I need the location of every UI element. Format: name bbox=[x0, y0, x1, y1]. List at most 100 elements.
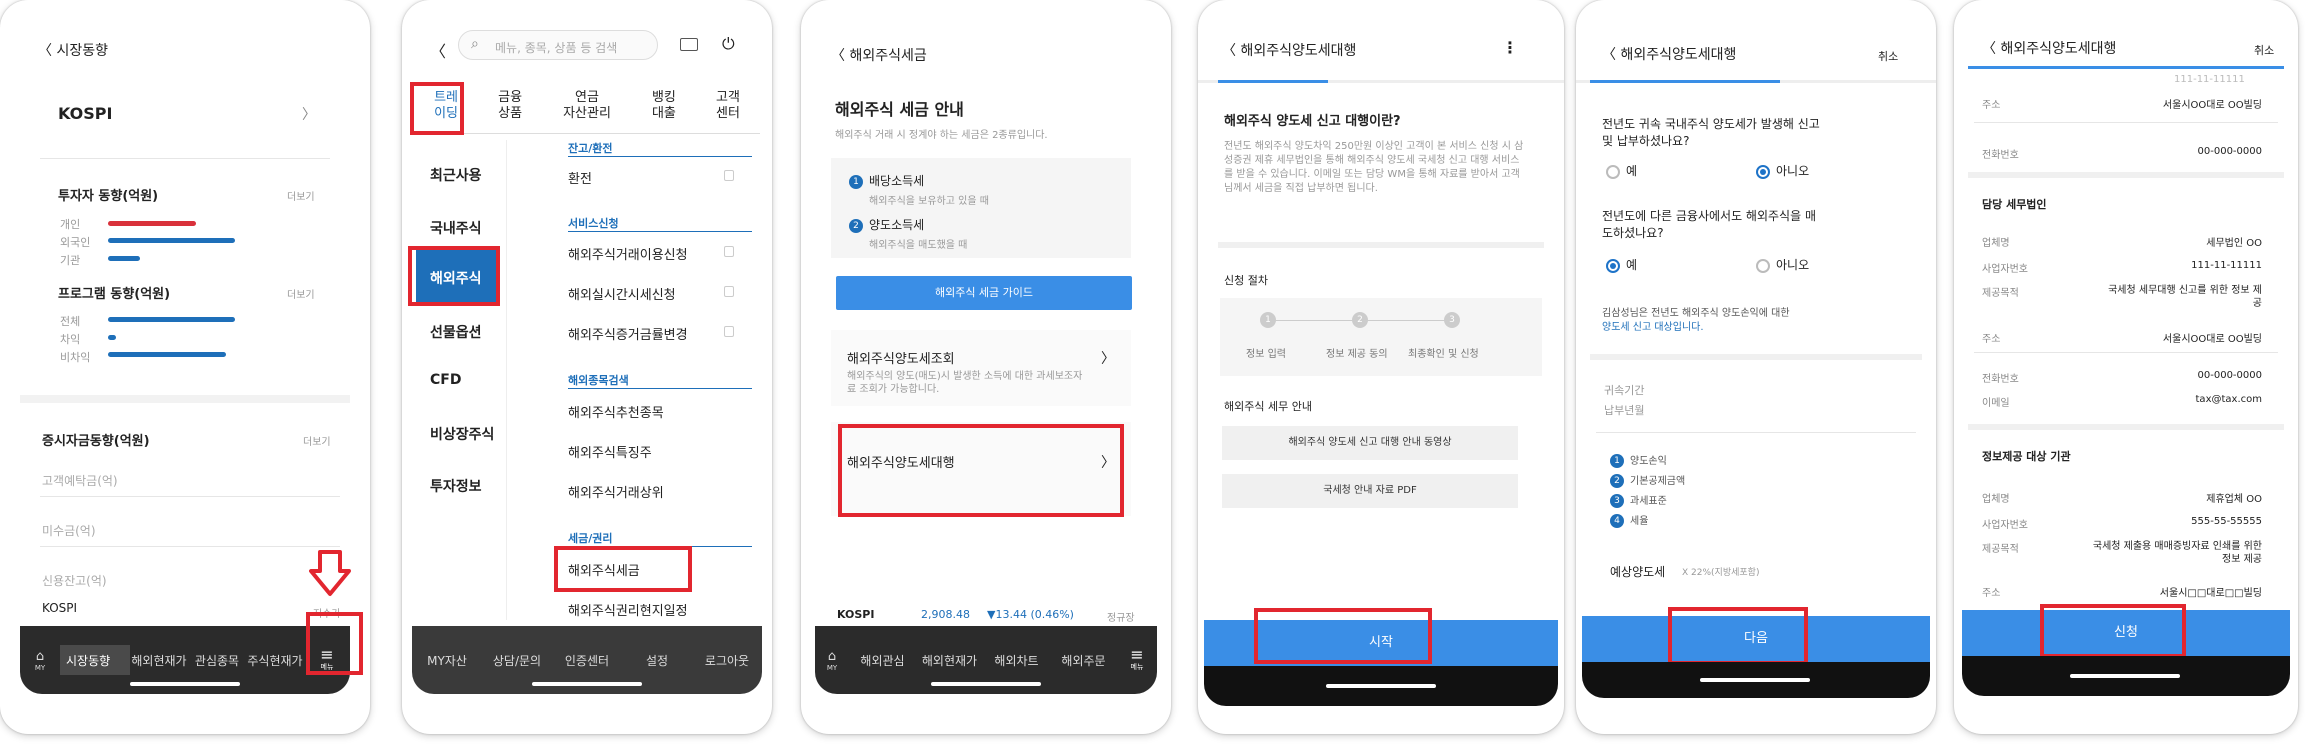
partial-value: 111-11-11111 bbox=[2174, 74, 2245, 82]
nav-tab[interactable]: 시장동향 bbox=[60, 645, 130, 675]
chevron-right-icon: 〉 bbox=[302, 107, 316, 123]
number-2-icon: 2 bbox=[1610, 474, 1624, 488]
radio-checked-icon bbox=[1756, 164, 1770, 179]
back-nav[interactable]: 〈 해외주식양도세대행 bbox=[1602, 44, 1736, 64]
home-icon[interactable]: ⌂ MY bbox=[815, 649, 849, 672]
more-link[interactable]: 더보기 bbox=[287, 188, 315, 203]
back-nav[interactable]: 〈 해외주식양도세대행 bbox=[1222, 40, 1356, 60]
menu-item[interactable]: 해외주식권리현지일정 bbox=[568, 600, 688, 619]
bottom-menu-item[interactable]: 설정 bbox=[622, 652, 692, 669]
tax-type: 1 배당소득세 bbox=[849, 172, 924, 189]
tax-guide-button[interactable]: 해외주식 세금 가이드 bbox=[836, 276, 1132, 310]
more-link[interactable]: 더보기 bbox=[287, 286, 315, 301]
next-button[interactable]: 다음 bbox=[1582, 616, 1930, 662]
lock-icon bbox=[724, 170, 734, 181]
lock-icon bbox=[724, 286, 734, 297]
kospi-card[interactable]: KOSPI 〉 bbox=[40, 86, 330, 146]
menu-item[interactable]: 해외주식특징주 bbox=[568, 442, 652, 461]
menu-item[interactable]: 해외주식증거금률변경 bbox=[568, 324, 688, 343]
nav-tab[interactable]: 해외관심 bbox=[849, 652, 916, 669]
radio-checked-icon bbox=[1606, 258, 1620, 273]
section-title: 서비스신청 bbox=[568, 217, 619, 230]
program-title: 프로그램 동향(억원) bbox=[58, 287, 171, 302]
description: 전년도 해외주식 양도차익 250만원 이상인 고객이 본 서비스 신청 시 삼… bbox=[1224, 141, 1524, 194]
more-vertical-icon[interactable]: ⋮ bbox=[1502, 38, 1518, 57]
power-icon[interactable]: ⏻ bbox=[722, 34, 735, 54]
menu-item[interactable]: 해외주식거래상위 bbox=[568, 482, 664, 501]
menu-item[interactable]: 환전 bbox=[568, 168, 592, 187]
kospi-ticker-right: 지수가 bbox=[313, 609, 341, 620]
tab-support[interactable]: 고객 센터 bbox=[696, 82, 760, 133]
menu-item[interactable]: 해외실시간시세신청 bbox=[568, 284, 676, 303]
bottom-menu-item[interactable]: 상담/문의 bbox=[482, 652, 552, 669]
apply-button[interactable]: 신청 bbox=[1962, 610, 2290, 656]
nav-tab[interactable]: 해외차트 bbox=[983, 652, 1050, 669]
nav-tab[interactable]: 해외현재가 bbox=[130, 652, 188, 669]
chevron-left-icon[interactable]: 〈 bbox=[430, 38, 446, 62]
phone-tax-agency-confirm: 〈 해외주식양도세대행 취소 111-11-11111 주소 서울시OO대로 OO… bbox=[1954, 0, 2298, 734]
menu-item-overseas-tax[interactable]: 해외주식세금 bbox=[568, 560, 640, 579]
subheading: 해외주식 거래 시 정계야 하는 세금은 2종류입니다. bbox=[835, 130, 1048, 141]
mail-icon[interactable] bbox=[680, 38, 698, 51]
radio-q2-no[interactable]: 아니오 bbox=[1756, 256, 1809, 273]
menu-item[interactable]: 해외주식거래이용신청 bbox=[568, 244, 688, 263]
chevron-left-icon: 〈 bbox=[1222, 43, 1236, 59]
left-menu-item[interactable]: 투자정보 bbox=[430, 476, 482, 496]
phone-market-trend: 〈 시장동향 KOSPI 〉 투자자 동향(억원) 더보기 개인 외국인 기관 … bbox=[0, 0, 370, 734]
deposit-item: 신용잔고(억) bbox=[42, 574, 107, 588]
page-title: 해외주식양도세대행 bbox=[1240, 43, 1357, 59]
left-menu-item[interactable]: 국내주식 bbox=[430, 218, 482, 238]
tab-pension[interactable]: 연금 자산관리 bbox=[542, 82, 632, 133]
calc-item: 2 기본공제금액 bbox=[1610, 472, 1685, 488]
left-menu-item[interactable]: 최근사용 bbox=[430, 165, 482, 185]
bottom-menu-item[interactable]: 인증센터 bbox=[552, 652, 622, 669]
radio-icon bbox=[1606, 164, 1620, 179]
nav-tab[interactable]: 주식현재가 bbox=[246, 652, 304, 669]
info-row: 업체명 세무법인 OO bbox=[1982, 238, 2262, 249]
lock-icon bbox=[724, 326, 734, 337]
ticker-change: ▼13.44 (0.46%) bbox=[987, 608, 1074, 621]
nav-tab[interactable]: 해외주문 bbox=[1050, 652, 1117, 669]
bottom-menu-item[interactable]: MY자산 bbox=[412, 652, 482, 669]
menu-button[interactable]: ≡ 메뉴 bbox=[304, 645, 350, 672]
tab-banking[interactable]: 뱅킹 대출 bbox=[632, 82, 696, 133]
start-button[interactable]: 시작 bbox=[1204, 620, 1558, 666]
back-nav[interactable]: 〈 해외주식세금 bbox=[831, 45, 927, 65]
left-menu-item-active[interactable]: 해외주식 bbox=[416, 250, 496, 306]
home-icon[interactable]: ⌂ MY bbox=[20, 649, 60, 672]
cancel-button[interactable]: 취소 bbox=[2254, 42, 2274, 58]
hamburger-icon: ≡ bbox=[320, 645, 334, 664]
heading: 해외주식 양도세 신고 대행이란? bbox=[1224, 114, 1401, 129]
tab-financial[interactable]: 금융 상품 bbox=[478, 82, 542, 133]
pdf-guide-button[interactable]: 국세청 안내 자료 PDF bbox=[1222, 474, 1518, 508]
program-bar bbox=[108, 352, 226, 357]
phone-all-menu: 〈 ⌕ 메뉴, 종목, 상품 등 검색 ⏻ 트레 이딩 금융 상품 연금 자산관… bbox=[402, 0, 772, 734]
info-row: 업체명 제휴업체 OO bbox=[1982, 494, 2262, 505]
radio-q1-no[interactable]: 아니오 bbox=[1756, 162, 1809, 179]
bottom-menu-item[interactable]: 로그아웃 bbox=[692, 652, 762, 669]
back-nav[interactable]: 〈 시장동향 bbox=[38, 40, 108, 60]
left-menu-item[interactable]: CFD bbox=[430, 372, 461, 388]
section-title: 세금/권리 bbox=[568, 532, 613, 545]
left-menu-item[interactable]: 비상장주식 bbox=[430, 424, 494, 444]
video-guide-button[interactable]: 해외주식 양도세 신고 대행 안내 동영상 bbox=[1222, 426, 1518, 460]
menu-button[interactable]: ≡ 메뉴 bbox=[1117, 647, 1157, 672]
kospi-ticker: KOSPI bbox=[42, 601, 78, 615]
back-nav[interactable]: 〈 해외주식양도세대행 bbox=[1982, 38, 2116, 58]
radio-q2-yes[interactable]: 예 bbox=[1606, 256, 1637, 273]
page-title: 해외주식양도세대행 bbox=[2000, 41, 2117, 57]
chevron-left-icon[interactable]: 〈 bbox=[38, 43, 52, 59]
more-link[interactable]: 더보기 bbox=[303, 433, 331, 448]
left-menu-item[interactable]: 선물옵션 bbox=[430, 322, 482, 342]
nav-tab[interactable]: 관심종목 bbox=[188, 652, 246, 669]
card-title: 해외주식양도세대행 bbox=[847, 456, 955, 471]
radio-q1-yes[interactable]: 예 bbox=[1606, 162, 1637, 179]
nav-tab[interactable]: 해외현재가 bbox=[916, 652, 983, 669]
search-input[interactable]: ⌕ 메뉴, 종목, 상품 등 검색 bbox=[458, 30, 658, 60]
cancel-button[interactable]: 취소 bbox=[1878, 48, 1898, 64]
step-label: 정보 입력 bbox=[1246, 349, 1286, 360]
tab-trading[interactable]: 트레 이딩 bbox=[414, 82, 478, 133]
menu-item[interactable]: 해외주식추천종목 bbox=[568, 402, 664, 421]
calc-item: 3 과세표준 bbox=[1610, 492, 1667, 508]
program-bar bbox=[108, 317, 235, 322]
